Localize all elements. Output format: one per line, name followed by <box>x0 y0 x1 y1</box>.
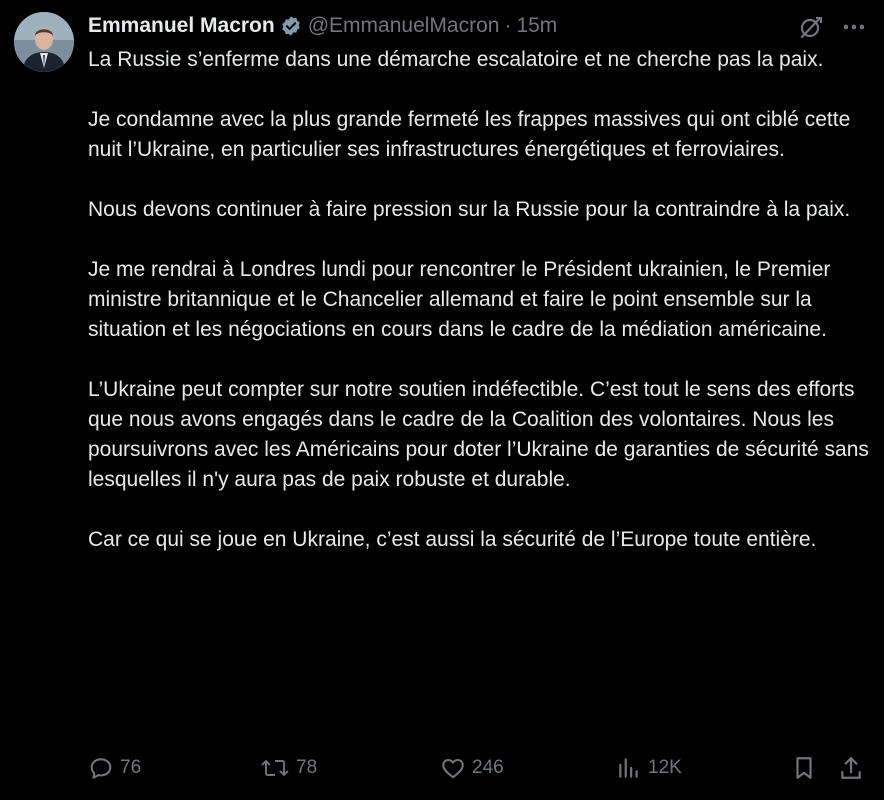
tweet-actions: 76 78 246 12K <box>88 752 868 784</box>
views-icon <box>616 755 642 781</box>
display-name[interactable]: Emmanuel Macron <box>88 14 275 38</box>
timestamp[interactable]: 15m <box>516 14 557 38</box>
repost-count: 78 <box>296 757 318 778</box>
reply-count: 76 <box>120 757 142 778</box>
tweet-paragraph: Je me rendrai à Londres lundi pour renco… <box>88 258 831 341</box>
repost-button[interactable]: 78 <box>260 752 317 784</box>
profile-photo-icon <box>14 12 74 72</box>
tweet-paragraph: La Russie s’enferme dans une démarche es… <box>88 48 824 71</box>
tweet-header: Emmanuel Macron @EmmanuelMacron · 15m <box>88 12 557 40</box>
views-count: 12K <box>648 757 682 778</box>
reply-button[interactable]: 76 <box>88 752 141 784</box>
share-button[interactable] <box>838 752 864 784</box>
avatar[interactable] <box>14 12 74 72</box>
repost-icon <box>260 755 290 781</box>
tweet-paragraph: Je condamne avec la plus grande fermeté … <box>88 108 851 161</box>
tweet-paragraph: Nous devons continuer à faire pression s… <box>88 198 851 221</box>
like-icon <box>440 755 466 781</box>
views-button[interactable]: 12K <box>616 752 682 784</box>
verified-badge-icon <box>280 15 302 37</box>
like-button[interactable]: 246 <box>440 752 504 784</box>
tweet-paragraph: L’Ukraine peut compter sur notre soutien… <box>88 378 869 491</box>
share-icon <box>838 755 864 781</box>
tweet-top-actions <box>798 12 866 42</box>
bookmark-icon <box>791 755 817 781</box>
tweet: Emmanuel Macron @EmmanuelMacron · 15m La… <box>0 0 884 800</box>
grok-icon[interactable] <box>798 14 824 40</box>
more-icon[interactable] <box>842 15 866 39</box>
tweet-paragraph: Car ce qui se joue en Ukraine, c’est aus… <box>88 528 817 551</box>
separator-dot: · <box>504 14 512 37</box>
user-handle[interactable]: @EmmanuelMacron <box>308 14 500 38</box>
reply-icon <box>88 755 114 781</box>
like-count: 246 <box>472 757 504 778</box>
tweet-text: La Russie s’enferme dans une démarche es… <box>88 45 872 585</box>
bookmark-button[interactable] <box>791 752 817 784</box>
